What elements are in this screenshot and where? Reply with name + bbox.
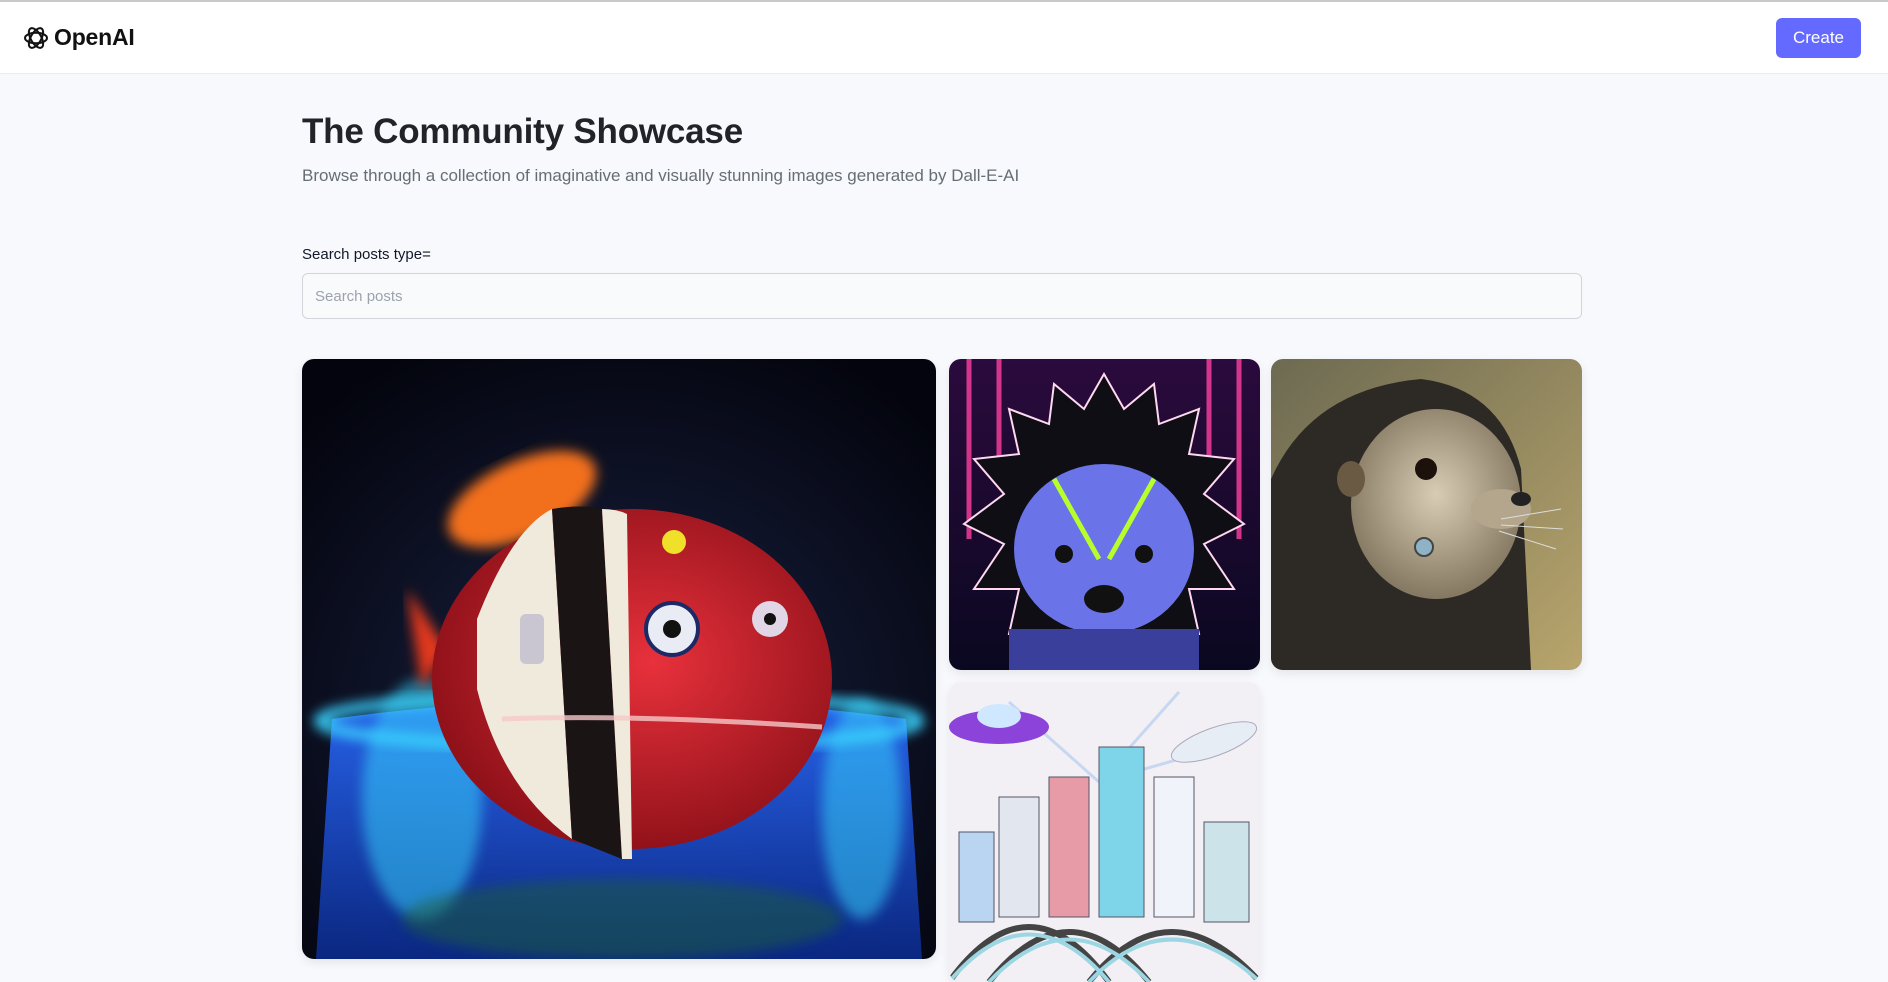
post-card-otter[interactable] (1271, 359, 1582, 670)
search-label: Search posts type= (302, 246, 431, 263)
search-input[interactable] (302, 273, 1582, 319)
top-navbar: OpenAI Create (0, 2, 1888, 74)
page-subtitle: Browse through a collection of imaginati… (302, 166, 1020, 185)
city-drawing-image (949, 682, 1260, 982)
otter-image (1271, 359, 1582, 670)
page-title: The Community Showcase (302, 112, 743, 151)
post-card-city[interactable] (949, 682, 1260, 982)
openai-logo-icon (24, 26, 48, 49)
hedgehog-image (949, 359, 1260, 670)
main-content: The Community Showcase Browse through a … (0, 74, 1582, 982)
logo-text: OpenAI (54, 24, 135, 50)
posts-gallery (302, 359, 1582, 982)
post-card-hedgehog[interactable] (949, 359, 1260, 670)
post-card-clownfish[interactable] (302, 359, 936, 959)
clownfish-image (302, 359, 936, 959)
openai-logo-link[interactable]: OpenAI (22, 24, 135, 52)
create-button[interactable]: Create (1775, 17, 1861, 58)
